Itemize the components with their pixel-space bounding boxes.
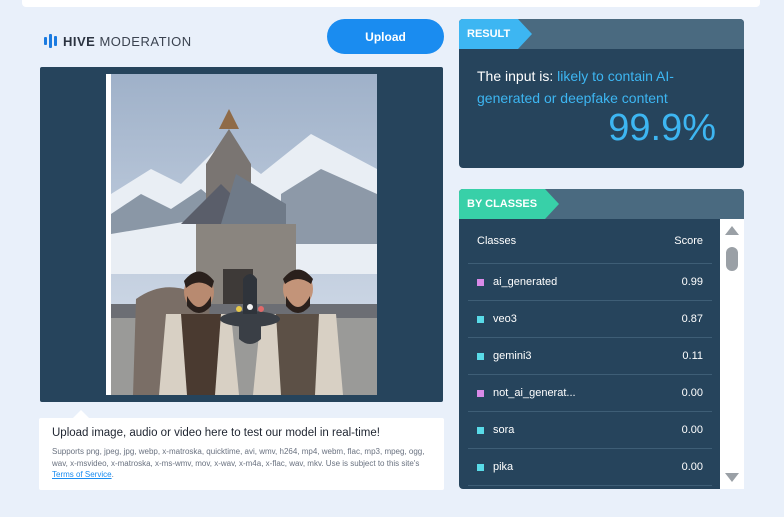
info-title: Upload image, audio or video here to tes… (52, 427, 380, 439)
result-header: RESULT (459, 19, 744, 49)
class-score: 0.00 (681, 461, 703, 473)
result-score: 99.9% (608, 107, 716, 149)
result-tag: RESULT (459, 19, 533, 49)
class-swatch (477, 315, 484, 323)
class-swatch (477, 463, 484, 471)
classes-header: BY CLASSES (459, 189, 744, 219)
result-card: RESULT The input is: likely to contain A… (459, 19, 744, 168)
terms-of-service-link[interactable]: Terms of Service (52, 470, 112, 479)
table-row: not_ai_generat... 0.00 (468, 375, 712, 412)
logo-text: HIVE MODERATION (63, 33, 192, 49)
table-row: veo3 0.87 (468, 301, 712, 338)
photo-illustration (111, 74, 377, 395)
upload-button[interactable]: Upload (327, 19, 444, 54)
table-row: sora 0.00 (468, 412, 712, 449)
class-name: gemini3 (493, 350, 532, 362)
class-score: 0.00 (681, 424, 703, 436)
media-preview[interactable] (40, 67, 443, 402)
classes-scrollbar[interactable] (720, 219, 744, 489)
classes-tag: BY CLASSES (459, 189, 560, 219)
class-score: 0.99 (681, 276, 703, 288)
classes-table: Classes Score ai_generated 0.99 veo3 0.8… (468, 219, 712, 486)
hive-logo-icon (44, 34, 57, 48)
result-text: The input is: likely to contain AI-gener… (477, 68, 674, 106)
class-score: 0.00 (681, 387, 703, 399)
scroll-down-icon[interactable] (725, 473, 739, 482)
uploaded-image (106, 74, 377, 395)
class-name: sora (493, 424, 515, 436)
classes-card: BY CLASSES Classes Score ai_generated 0.… (459, 189, 744, 489)
table-row: gemini3 0.11 (468, 338, 712, 375)
class-name: veo3 (493, 313, 517, 325)
scroll-up-icon[interactable] (725, 226, 739, 235)
class-score: 0.87 (681, 313, 703, 325)
class-name: not_ai_generat... (493, 387, 576, 399)
top-strip (22, 0, 760, 7)
scroll-thumb[interactable] (726, 247, 738, 271)
header-score: Score (674, 235, 703, 247)
class-name: pika (493, 461, 514, 473)
class-swatch (477, 389, 484, 397)
table-row: pika 0.00 (468, 449, 712, 486)
class-swatch (477, 352, 484, 360)
upload-info-panel: Upload image, audio or video here to tes… (39, 410, 444, 490)
class-score: 0.11 (682, 350, 703, 362)
class-swatch (477, 278, 484, 286)
hive-logo[interactable]: HIVE MODERATION (44, 33, 192, 49)
info-description: Supports png, jpeg, jpg, webp, x-matrosk… (52, 447, 425, 479)
class-name: ai_generated (493, 276, 558, 288)
header-classes: Classes (477, 235, 517, 247)
table-header: Classes Score (468, 219, 712, 264)
table-row: ai_generated 0.99 (468, 264, 712, 301)
class-swatch (477, 426, 484, 434)
